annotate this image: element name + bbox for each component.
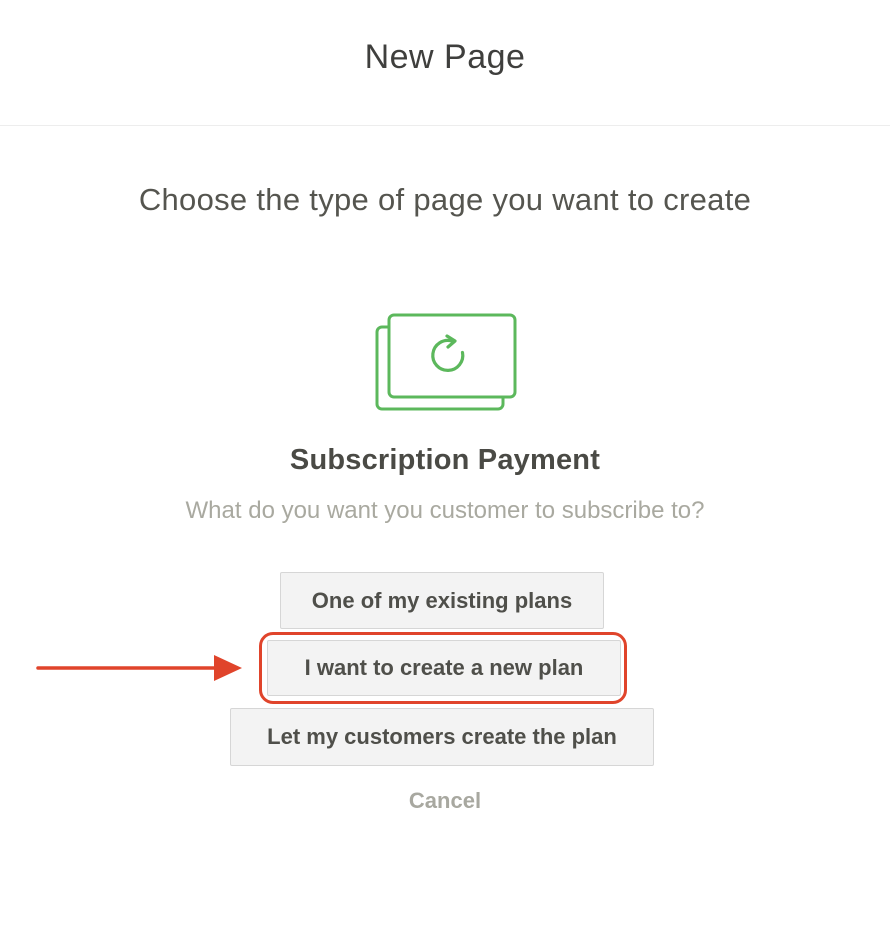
subscription-cards-refresh-icon: [375, 313, 517, 411]
new-page-dialog: New Page Choose the type of page you wan…: [0, 0, 890, 930]
create-new-plan-button[interactable]: I want to create a new plan: [267, 640, 621, 696]
customers-create-plan-button[interactable]: Let my customers create the plan: [230, 708, 654, 766]
annotation-arrow-icon: [36, 655, 242, 681]
subscription-question: What do you want you customer to subscri…: [185, 497, 705, 524]
dialog-title: New Page: [364, 38, 526, 76]
page-type-prompt: Choose the type of page you want to crea…: [138, 182, 752, 217]
page-type-title: Subscription Payment: [289, 444, 601, 476]
dialog-header: New Page: [0, 0, 890, 126]
cancel-link[interactable]: Cancel: [0, 788, 890, 814]
existing-plans-button[interactable]: One of my existing plans: [280, 572, 604, 629]
